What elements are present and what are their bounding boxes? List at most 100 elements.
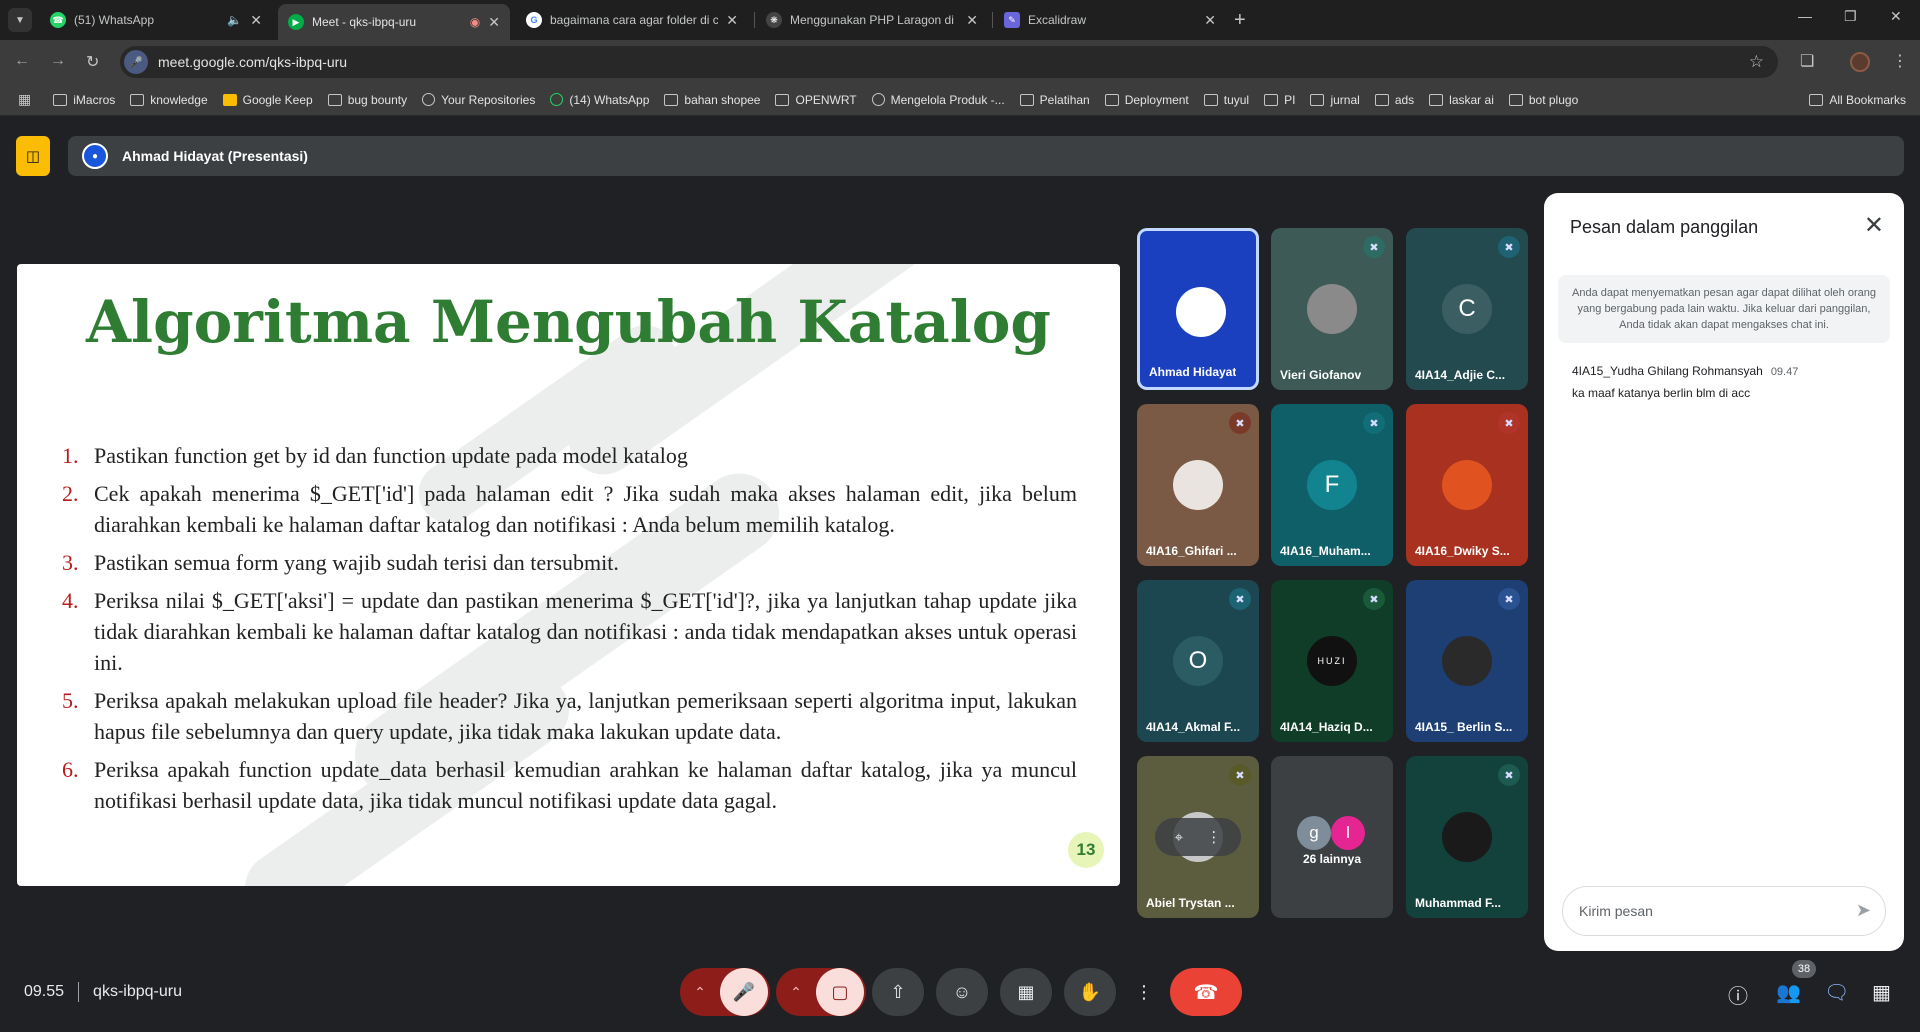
tab-meet[interactable]: ▶ Meet - qks-ibpq-uru ◉ ✕ xyxy=(278,4,510,40)
present-screen-button[interactable]: ⇧ xyxy=(872,968,924,1016)
chevron-up-icon[interactable]: ⌃ xyxy=(776,984,816,1001)
bookmark-item[interactable]: Your Repositories xyxy=(422,93,535,107)
participant-tile[interactable]: F ✖ 4IA16_Muham... xyxy=(1271,404,1393,566)
bookmark-item[interactable]: bot plugo xyxy=(1508,92,1579,107)
bookmark-label: tuyul xyxy=(1223,92,1250,107)
url-text[interactable]: meet.google.com/qks-ibpq-uru xyxy=(158,54,347,70)
new-tab-button[interactable]: + xyxy=(1234,8,1246,32)
bookmark-label: bot plugo xyxy=(1528,92,1579,107)
extensions-icon[interactable]: ❏ xyxy=(1800,51,1814,71)
participant-tile[interactable]: ✖ 4IA16_Ghifari ... xyxy=(1137,404,1259,566)
bookmark-item[interactable]: PI xyxy=(1264,93,1295,107)
back-icon[interactable]: ← xyxy=(14,52,30,70)
participant-name: 4IA16_Muham... xyxy=(1280,544,1371,558)
close-tab-icon[interactable]: ✕ xyxy=(250,12,262,29)
reactions-button[interactable]: ☺ xyxy=(936,968,988,1016)
participant-tile[interactable]: ✖ 4IA15_ Berlin S... xyxy=(1406,580,1528,742)
tile-actions: ⌖ ⋮ xyxy=(1155,818,1241,856)
send-icon[interactable]: ➤ xyxy=(1856,900,1871,921)
speaker-icon[interactable]: 🔈 xyxy=(227,13,242,27)
all-bookmarks-button[interactable]: All Bookmarks xyxy=(1809,93,1906,107)
tab-search-button[interactable]: ▼ xyxy=(8,8,32,32)
chat-input[interactable]: Kirim pesan ➤ xyxy=(1562,886,1886,936)
slide-list-item: 6. Periksa apakah function update_data be… xyxy=(62,754,1077,816)
slide-item-text: Periksa apakah melakukan upload file hea… xyxy=(94,688,1077,744)
reload-icon[interactable]: ↻ xyxy=(86,52,99,72)
mic-control[interactable]: ⌃ 🎤 xyxy=(680,968,770,1016)
bookmark-label: Mengelola Produk -... xyxy=(890,92,1005,107)
bookmark-item[interactable]: (14) WhatsApp xyxy=(550,93,649,107)
stop-presenting-icon[interactable]: ◫ xyxy=(16,136,50,176)
participant-name: Vieri Giofanov xyxy=(1280,368,1362,382)
bookmark-item[interactable]: laskar ai xyxy=(1429,93,1494,107)
restore-icon[interactable]: ❐ xyxy=(1844,8,1857,25)
participant-tile[interactable]: O ✖ 4IA14_Akmal F... xyxy=(1137,580,1259,742)
more-participants-tile[interactable]: g l 26 lainnya xyxy=(1271,756,1393,918)
participant-tile[interactable]: ✖ Vieri Giofanov xyxy=(1271,228,1393,390)
chevron-up-icon[interactable]: ⌃ xyxy=(680,984,720,1001)
people-icon[interactable]: 👥 xyxy=(1776,980,1801,1005)
close-window-icon[interactable]: ✕ xyxy=(1890,8,1902,25)
profile-avatar[interactable] xyxy=(1850,52,1870,72)
apps-grid-icon[interactable]: ▦ xyxy=(18,91,31,108)
bookmark-item[interactable]: knowledge xyxy=(130,93,208,107)
bookmark-item[interactable]: bug bounty xyxy=(327,93,407,107)
participant-tile[interactable]: Ahmad Hidayat xyxy=(1137,228,1259,390)
slide-item-text: Pastikan function get by id dan function… xyxy=(94,443,688,468)
site-info-icon[interactable]: 🎤 xyxy=(124,50,148,74)
close-icon[interactable]: ✕ xyxy=(1864,211,1884,240)
camera-off-icon[interactable]: ▢ xyxy=(816,968,864,1016)
bookmark-item[interactable]: jurnal xyxy=(1310,93,1360,107)
raise-hand-button[interactable]: ✋ xyxy=(1064,968,1116,1016)
slide-list-item: 5. Periksa apakah melakukan upload file h… xyxy=(62,685,1077,747)
pin-icon[interactable]: ⌖ xyxy=(1175,829,1183,846)
bookmark-item[interactable]: Pelatihan xyxy=(1019,93,1090,107)
participant-tile[interactable]: ✖ Muhammad F... xyxy=(1406,756,1528,918)
tab-strip: ▼ ☎ (51) WhatsApp 🔈 ✕ ▶ Meet - qks-ibpq-… xyxy=(0,0,1920,40)
close-tab-icon[interactable]: ✕ xyxy=(966,12,978,29)
close-tab-icon[interactable]: ✕ xyxy=(488,14,500,31)
bookmark-star-icon[interactable]: ☆ xyxy=(1749,52,1764,72)
camera-control[interactable]: ⌃ ▢ xyxy=(776,968,866,1016)
close-tab-icon[interactable]: ✕ xyxy=(726,12,738,29)
participant-count-badge: 38 xyxy=(1792,960,1816,978)
bookmark-item[interactable]: iMacros xyxy=(53,93,115,107)
participant-tile[interactable]: HUZI ✖ 4IA14_Haziq D... xyxy=(1271,580,1393,742)
participant-tile[interactable]: ✖ 4IA16_Dwiky S... xyxy=(1406,404,1528,566)
bookmark-item[interactable]: Deployment xyxy=(1104,93,1189,107)
menu-kebab-icon[interactable]: ⋮ xyxy=(1892,51,1908,71)
participant-tile[interactable]: ⌖ ⋮ ✖ Abiel Trystan ... xyxy=(1137,756,1259,918)
tab-chatgpt[interactable]: ❋ Menggunakan PHP Laragon di ✕ xyxy=(756,6,988,34)
bookmark-item[interactable]: Google Keep xyxy=(222,93,313,107)
address-bar[interactable]: 🎤 meet.google.com/qks-ibpq-uru ☆ xyxy=(120,46,1778,78)
tab-excalidraw[interactable]: ✎ Excalidraw ✕ xyxy=(994,6,1226,34)
captions-button[interactable]: ▦ xyxy=(1000,968,1052,1016)
participant-name: 4IA14_Akmal F... xyxy=(1146,720,1241,734)
info-icon[interactable]: ⓘ xyxy=(1728,980,1748,1009)
minimize-icon[interactable]: — xyxy=(1798,8,1812,24)
forward-icon[interactable]: → xyxy=(50,52,66,70)
bookmarks-list: iMacros knowledge Google Keep bug bounty You… xyxy=(53,93,1593,107)
chat-notice: Anda dapat menyematkan pesan agar dapat … xyxy=(1558,275,1890,343)
chat-icon[interactable]: 🗨 xyxy=(1824,980,1849,1005)
participant-tile[interactable]: C ✖ 4IA14_Adjie C... xyxy=(1406,228,1528,390)
more-options-button[interactable]: ⋮ xyxy=(1128,968,1160,1016)
bookmark-label: OPENWRT xyxy=(795,92,857,107)
more-participants-label: 26 lainnya xyxy=(1302,852,1362,866)
bookmark-item[interactable]: OPENWRT xyxy=(775,92,857,107)
avatar xyxy=(1442,636,1492,686)
kebab-icon[interactable]: ⋮ xyxy=(1206,828,1221,846)
close-tab-icon[interactable]: ✕ xyxy=(1204,12,1216,29)
bookmark-item[interactable]: Mengelola Produk -... xyxy=(871,92,1005,107)
bookmark-item[interactable]: tuyul xyxy=(1203,92,1250,107)
tab-google-search[interactable]: G bagaimana cara agar folder di c ✕ xyxy=(516,6,748,34)
end-call-button[interactable]: ☎ xyxy=(1170,968,1242,1016)
folder-icon xyxy=(327,93,342,106)
bookmark-item[interactable]: ads xyxy=(1374,93,1414,107)
presenter-name: Ahmad Hidayat (Presentasi) xyxy=(122,148,308,164)
activities-grid-icon[interactable]: ▦ xyxy=(1872,980,1891,1005)
mic-off-icon[interactable]: 🎤 xyxy=(720,968,768,1016)
tab-whatsapp[interactable]: ☎ (51) WhatsApp 🔈 ✕ xyxy=(40,6,272,34)
slide-item-number: 1. xyxy=(62,443,79,468)
bookmark-item[interactable]: bahan shopee xyxy=(664,93,760,107)
